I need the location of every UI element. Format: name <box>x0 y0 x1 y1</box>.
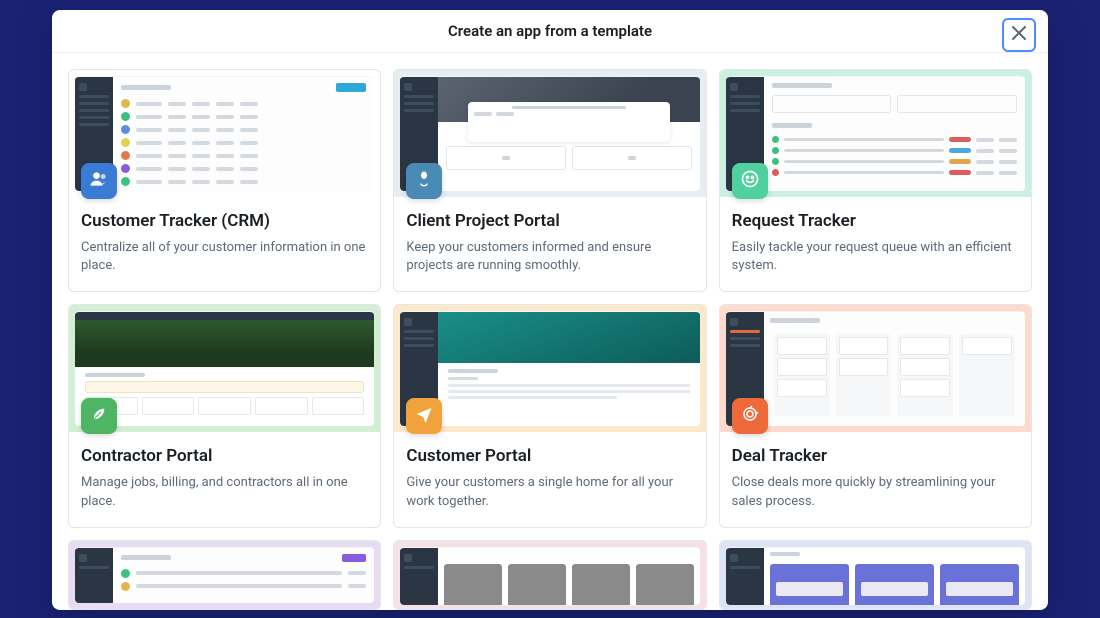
template-thumbnail <box>720 305 1031 432</box>
tulip-icon <box>415 170 433 192</box>
template-thumbnail <box>394 70 705 197</box>
plane-icon <box>415 405 433 427</box>
template-card-contractor-portal[interactable]: Contractor Portal Manage jobs, billing, … <box>68 304 381 527</box>
template-badge <box>81 398 117 434</box>
template-title: Contractor Portal <box>81 446 368 466</box>
template-card-partial[interactable] <box>68 540 381 610</box>
template-description: Easily tackle your request queue with an… <box>732 239 1019 275</box>
leaf-icon <box>90 405 108 427</box>
template-card-deal-tracker[interactable]: Deal Tracker Close deals more quickly by… <box>719 304 1032 527</box>
template-modal: Create an app from a template <box>52 10 1048 610</box>
modal-header: Create an app from a template <box>52 10 1048 53</box>
template-title: Customer Tracker (CRM) <box>81 211 368 231</box>
template-grid: Customer Tracker (CRM) Centralize all of… <box>60 69 1040 610</box>
template-card-client-project-portal[interactable]: Client Project Portal Keep your customer… <box>393 69 706 292</box>
template-card-request-tracker[interactable]: Request Tracker Easily tackle your reque… <box>719 69 1032 292</box>
modal-title: Create an app from a template <box>448 22 652 40</box>
template-badge <box>81 163 117 199</box>
template-badge <box>406 163 442 199</box>
users-icon <box>89 169 109 193</box>
target-icon <box>741 405 759 427</box>
template-thumbnail <box>69 541 380 609</box>
template-description: Close deals more quickly by streamlining… <box>732 474 1019 510</box>
template-thumbnail <box>394 305 705 432</box>
template-badge <box>732 163 768 199</box>
template-thumbnail <box>69 70 380 197</box>
template-card-partial[interactable] <box>393 540 706 610</box>
template-description: Centralize all of your customer informat… <box>81 239 368 275</box>
template-thumbnail <box>394 541 705 610</box>
template-card-customer-tracker-crm[interactable]: Customer Tracker (CRM) Centralize all of… <box>68 69 381 292</box>
template-badge <box>732 398 768 434</box>
template-thumbnail <box>720 541 1031 610</box>
template-description: Give your customers a single home for al… <box>406 474 693 510</box>
template-badge <box>406 398 442 434</box>
modal-body: Customer Tracker (CRM) Centralize all of… <box>52 53 1048 610</box>
template-description: Keep your customers informed and ensure … <box>406 239 693 275</box>
template-card-customer-portal[interactable]: Customer Portal Give your customers a si… <box>393 304 706 527</box>
template-thumbnail <box>69 305 380 432</box>
template-title: Request Tracker <box>732 211 1019 231</box>
close-button[interactable] <box>1002 18 1036 52</box>
smile-icon <box>740 169 760 193</box>
template-title: Customer Portal <box>406 446 693 466</box>
template-description: Manage jobs, billing, and contractors al… <box>81 474 368 510</box>
template-thumbnail <box>720 70 1031 197</box>
close-icon <box>1012 26 1026 45</box>
template-card-partial[interactable] <box>719 540 1032 610</box>
template-title: Client Project Portal <box>406 211 693 231</box>
template-title: Deal Tracker <box>732 446 1019 466</box>
